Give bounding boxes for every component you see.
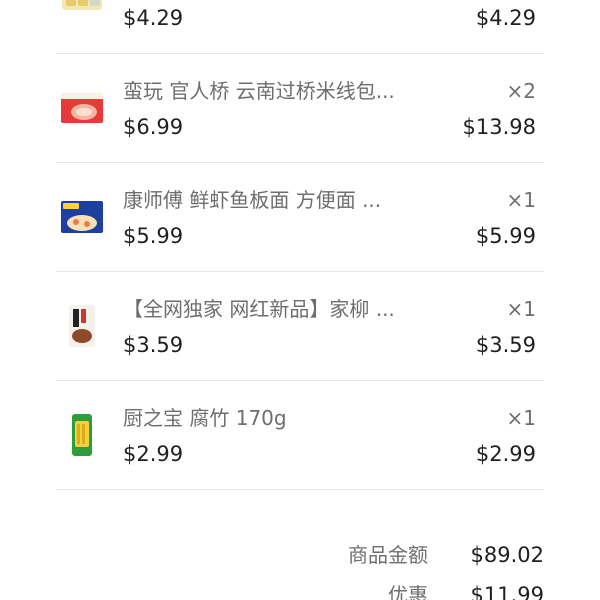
order-item-list: $4.29 $4.29 蛮玩 官人桥 云南过桥米线包... ×2 $6.99 $… — [0, 0, 600, 490]
list-item[interactable]: 康师傅 鲜虾鱼板面 方便面 ... ×1 $5.99 $5.99 — [56, 163, 544, 272]
subtotal-value: $89.02 — [470, 543, 544, 567]
list-item[interactable]: $4.29 $4.29 — [56, 0, 544, 54]
item-unit-price: $3.59 — [123, 333, 184, 357]
item-name: 厨之宝 腐竹 170g — [123, 406, 287, 430]
item-line-total: $2.99 — [475, 442, 536, 466]
item-unit-price: $5.99 — [123, 224, 184, 248]
rice-roll-pack-icon — [60, 0, 104, 21]
item-unit-price: $4.29 — [123, 6, 184, 30]
order-items-screen: $4.29 $4.29 蛮玩 官人桥 云南过桥米线包... ×2 $6.99 $… — [0, 0, 600, 600]
item-line-total: $5.99 — [475, 224, 536, 248]
order-summary: 商品金额 $89.02 优惠 $11.99 — [0, 538, 600, 600]
list-item[interactable]: 【全网独家 网红新品】家柳 ... ×1 $3.59 $3.59 — [56, 272, 544, 381]
discount-label: 优惠 — [388, 583, 428, 600]
item-quantity: ×1 — [506, 406, 536, 430]
tofu-skin-pack-icon — [60, 413, 104, 457]
subtotal-label: 商品金额 — [348, 543, 428, 567]
item-name: 蛮玩 官人桥 云南过桥米线包... — [123, 79, 395, 103]
instant-noodle-pack-icon — [60, 195, 104, 239]
item-line-total: $4.29 — [475, 6, 536, 30]
item-quantity: ×1 — [506, 297, 536, 321]
item-quantity: ×2 — [506, 79, 536, 103]
item-line-total: $3.59 — [475, 333, 536, 357]
discount-row: 优惠 $11.99 — [0, 578, 600, 600]
list-item[interactable]: 蛮玩 官人桥 云南过桥米线包... ×2 $6.99 $13.98 — [56, 54, 544, 163]
item-unit-price: $2.99 — [123, 442, 184, 466]
item-unit-price: $6.99 — [123, 115, 184, 139]
subtotal-row: 商品金额 $89.02 — [0, 538, 600, 578]
rice-noodle-box-icon — [60, 86, 104, 130]
snack-bag-icon — [60, 304, 104, 348]
list-item[interactable]: 厨之宝 腐竹 170g ×1 $2.99 $2.99 — [56, 381, 544, 490]
discount-value: $11.99 — [470, 583, 544, 600]
item-quantity: ×1 — [506, 188, 536, 212]
item-line-total: $13.98 — [462, 115, 536, 139]
item-name: 【全网独家 网红新品】家柳 ... — [123, 297, 395, 321]
item-name: 康师傅 鲜虾鱼板面 方便面 ... — [123, 188, 382, 212]
